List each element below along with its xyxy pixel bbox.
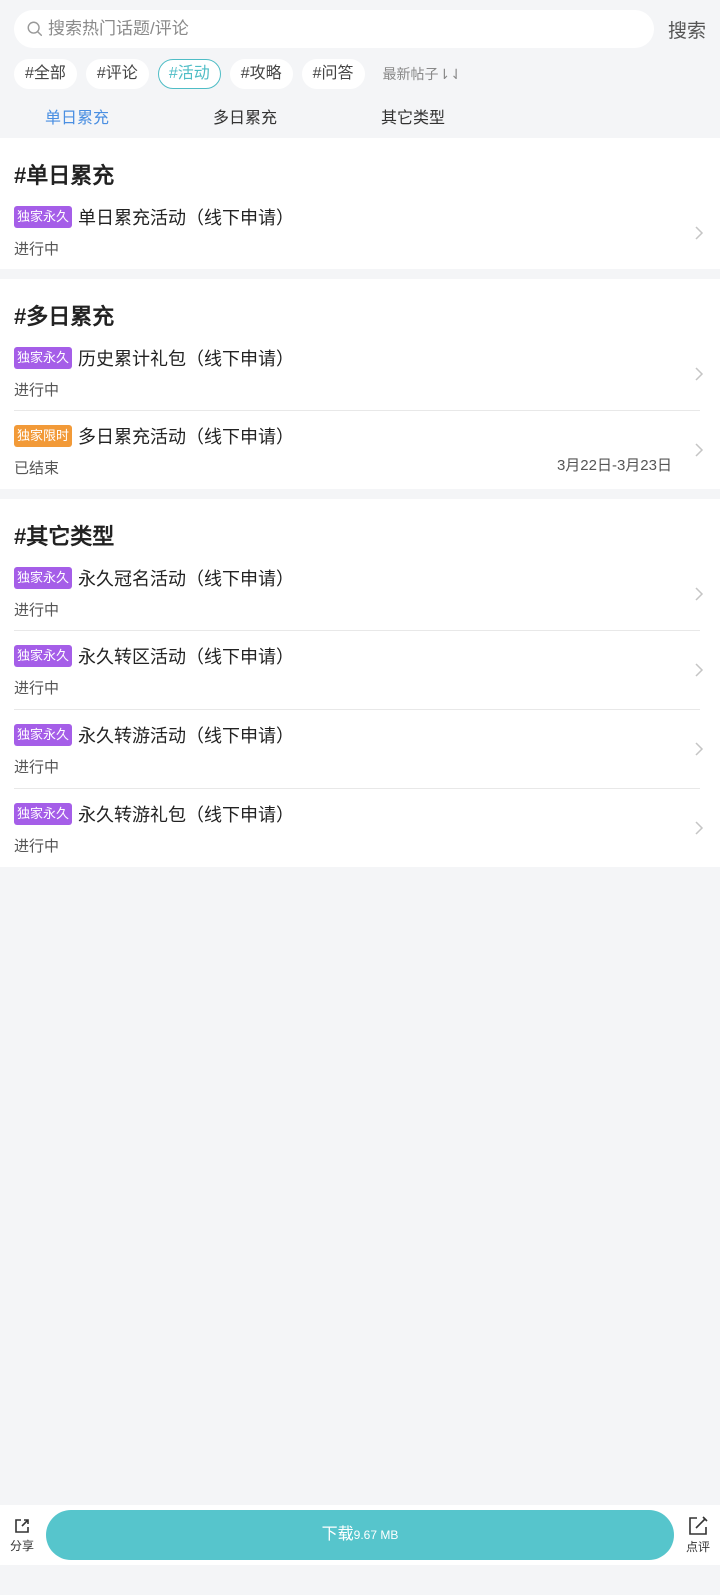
item-date: 3月22日-3月23日 xyxy=(556,457,672,474)
item-status: 进行中 xyxy=(14,602,60,619)
edit-icon xyxy=(689,1516,708,1535)
status-badge: 独家永久 xyxy=(14,645,73,667)
review-label: 点评 xyxy=(685,1540,710,1554)
item-title: 历史累计礼包（线下申请） xyxy=(78,349,295,369)
download-button[interactable]: 下载9.67 MB xyxy=(46,1510,674,1560)
section-single-day: #单日累充 独家永久 单日累充活动（线下申请） 进行中 xyxy=(0,138,720,269)
download-label: 下载 xyxy=(321,1526,354,1543)
download-size: 9.67 MB xyxy=(353,1528,399,1542)
item-title: 多日累充活动（线下申请） xyxy=(78,427,295,447)
chip-all[interactable]: #全部 xyxy=(14,59,77,89)
share-label: 分享 xyxy=(9,1539,34,1553)
item-status: 进行中 xyxy=(14,382,60,399)
search-button[interactable]: 搜索 xyxy=(654,16,706,43)
chip-guides[interactable]: #攻略 xyxy=(229,59,293,89)
status-badge: 独家永久 xyxy=(14,206,73,228)
sort-selector[interactable]: 最新帖子⇂⇃ xyxy=(383,64,462,84)
section-other: #其它类型 独家永久 永久冠名活动（线下申请） 进行中 独家永久 永久转区活动（… xyxy=(0,499,720,867)
chevron-right-icon xyxy=(695,443,704,457)
section-multi-day: #多日累充 独家永久 历史累计礼包（线下申请） 进行中 独家限时 多日累充活动（… xyxy=(0,279,720,489)
tab-multi-day[interactable]: 多日累充 xyxy=(140,104,350,128)
item-status: 进行中 xyxy=(14,759,60,776)
section-title: #单日累充 xyxy=(14,163,115,188)
chevron-right-icon xyxy=(695,225,704,240)
chip-comments[interactable]: #评论 xyxy=(85,59,149,89)
item-title: 永久转游活动（线下申请） xyxy=(78,726,295,746)
chevron-right-icon xyxy=(695,366,704,381)
item-title: 永久转游礼包（线下申请） xyxy=(78,805,295,825)
item-row: 独家永久 永久转区活动（线下申请） xyxy=(14,643,706,669)
list-item[interactable]: 独家永久 永久冠名活动（线下申请） 进行中 xyxy=(0,557,720,630)
search-icon xyxy=(27,21,43,37)
tab-single-day[interactable]: 单日累充 xyxy=(14,104,140,128)
chevron-right-icon xyxy=(695,742,704,756)
share-button[interactable]: 分享 xyxy=(0,1516,44,1554)
chip-qa[interactable]: #问答 xyxy=(301,59,365,89)
item-status: 进行中 xyxy=(14,838,60,855)
item-title: 永久冠名活动（线下申请） xyxy=(78,569,295,589)
chevron-right-icon xyxy=(695,821,704,835)
item-title: 永久转区活动（线下申请） xyxy=(78,647,295,667)
item-title: 单日累充活动（线下申请） xyxy=(78,208,295,228)
section-title: #其它类型 xyxy=(14,524,115,549)
top-area: 搜索 #全部 #评论 #活动 #攻略 #问答 最新帖子⇂⇃ 单日累充 多日累充 … xyxy=(0,0,720,138)
search-input[interactable] xyxy=(48,19,654,39)
item-row: 独家永久 永久冠名活动（线下申请） xyxy=(14,565,706,591)
list-item[interactable]: 独家限时 多日累充活动（线下申请） 已结束 3月22日-3月23日 xyxy=(0,411,720,489)
item-row: 独家永久 单日累充活动（线下申请） xyxy=(14,204,706,230)
chevron-right-icon xyxy=(695,663,704,677)
subtabs: 单日累充 多日累充 其它类型 xyxy=(14,94,706,138)
review-button[interactable]: 点评 xyxy=(676,1515,720,1555)
tab-other[interactable]: 其它类型 xyxy=(350,104,476,128)
item-row: 独家永久 永久转游活动（线下申请） xyxy=(14,722,706,748)
list-item[interactable]: 独家永久 永久转游活动（线下申请） 进行中 xyxy=(0,710,720,788)
item-row: 独家永久 历史累计礼包（线下申请） xyxy=(14,345,706,371)
list-item[interactable]: 独家永久 历史累计礼包（线下申请） 进行中 xyxy=(0,337,720,410)
item-row: 独家永久 永久转游礼包（线下申请） xyxy=(14,801,706,827)
list-item[interactable]: 独家永久 永久转区活动（线下申请） 进行中 xyxy=(0,631,720,709)
status-badge: 独家永久 xyxy=(14,724,73,746)
chip-events[interactable]: #活动 xyxy=(157,59,221,89)
bottom-bar: 分享 下载9.67 MB 点评 xyxy=(0,1505,720,1565)
item-status: 进行中 xyxy=(14,680,60,697)
list-item[interactable]: 独家永久 永久转游礼包（线下申请） 进行中 xyxy=(0,789,720,867)
status-badge: 独家限时 xyxy=(14,425,73,447)
status-badge: 独家永久 xyxy=(14,347,73,369)
list-item[interactable]: 独家永久 单日累充活动（线下申请） 进行中 xyxy=(0,196,720,269)
item-status: 进行中 xyxy=(14,241,60,258)
search-row: 搜索 xyxy=(14,10,706,48)
search-box[interactable] xyxy=(14,10,654,48)
share-icon xyxy=(15,1519,29,1533)
chevron-right-icon xyxy=(695,586,704,601)
status-badge: 独家永久 xyxy=(14,803,73,825)
item-row: 独家限时 多日累充活动（线下申请） xyxy=(14,423,706,449)
topic-chips: #全部 #评论 #活动 #攻略 #问答 最新帖子⇂⇃ xyxy=(14,58,706,90)
section-title: #多日累充 xyxy=(14,304,115,329)
status-badge: 独家永久 xyxy=(14,567,73,589)
